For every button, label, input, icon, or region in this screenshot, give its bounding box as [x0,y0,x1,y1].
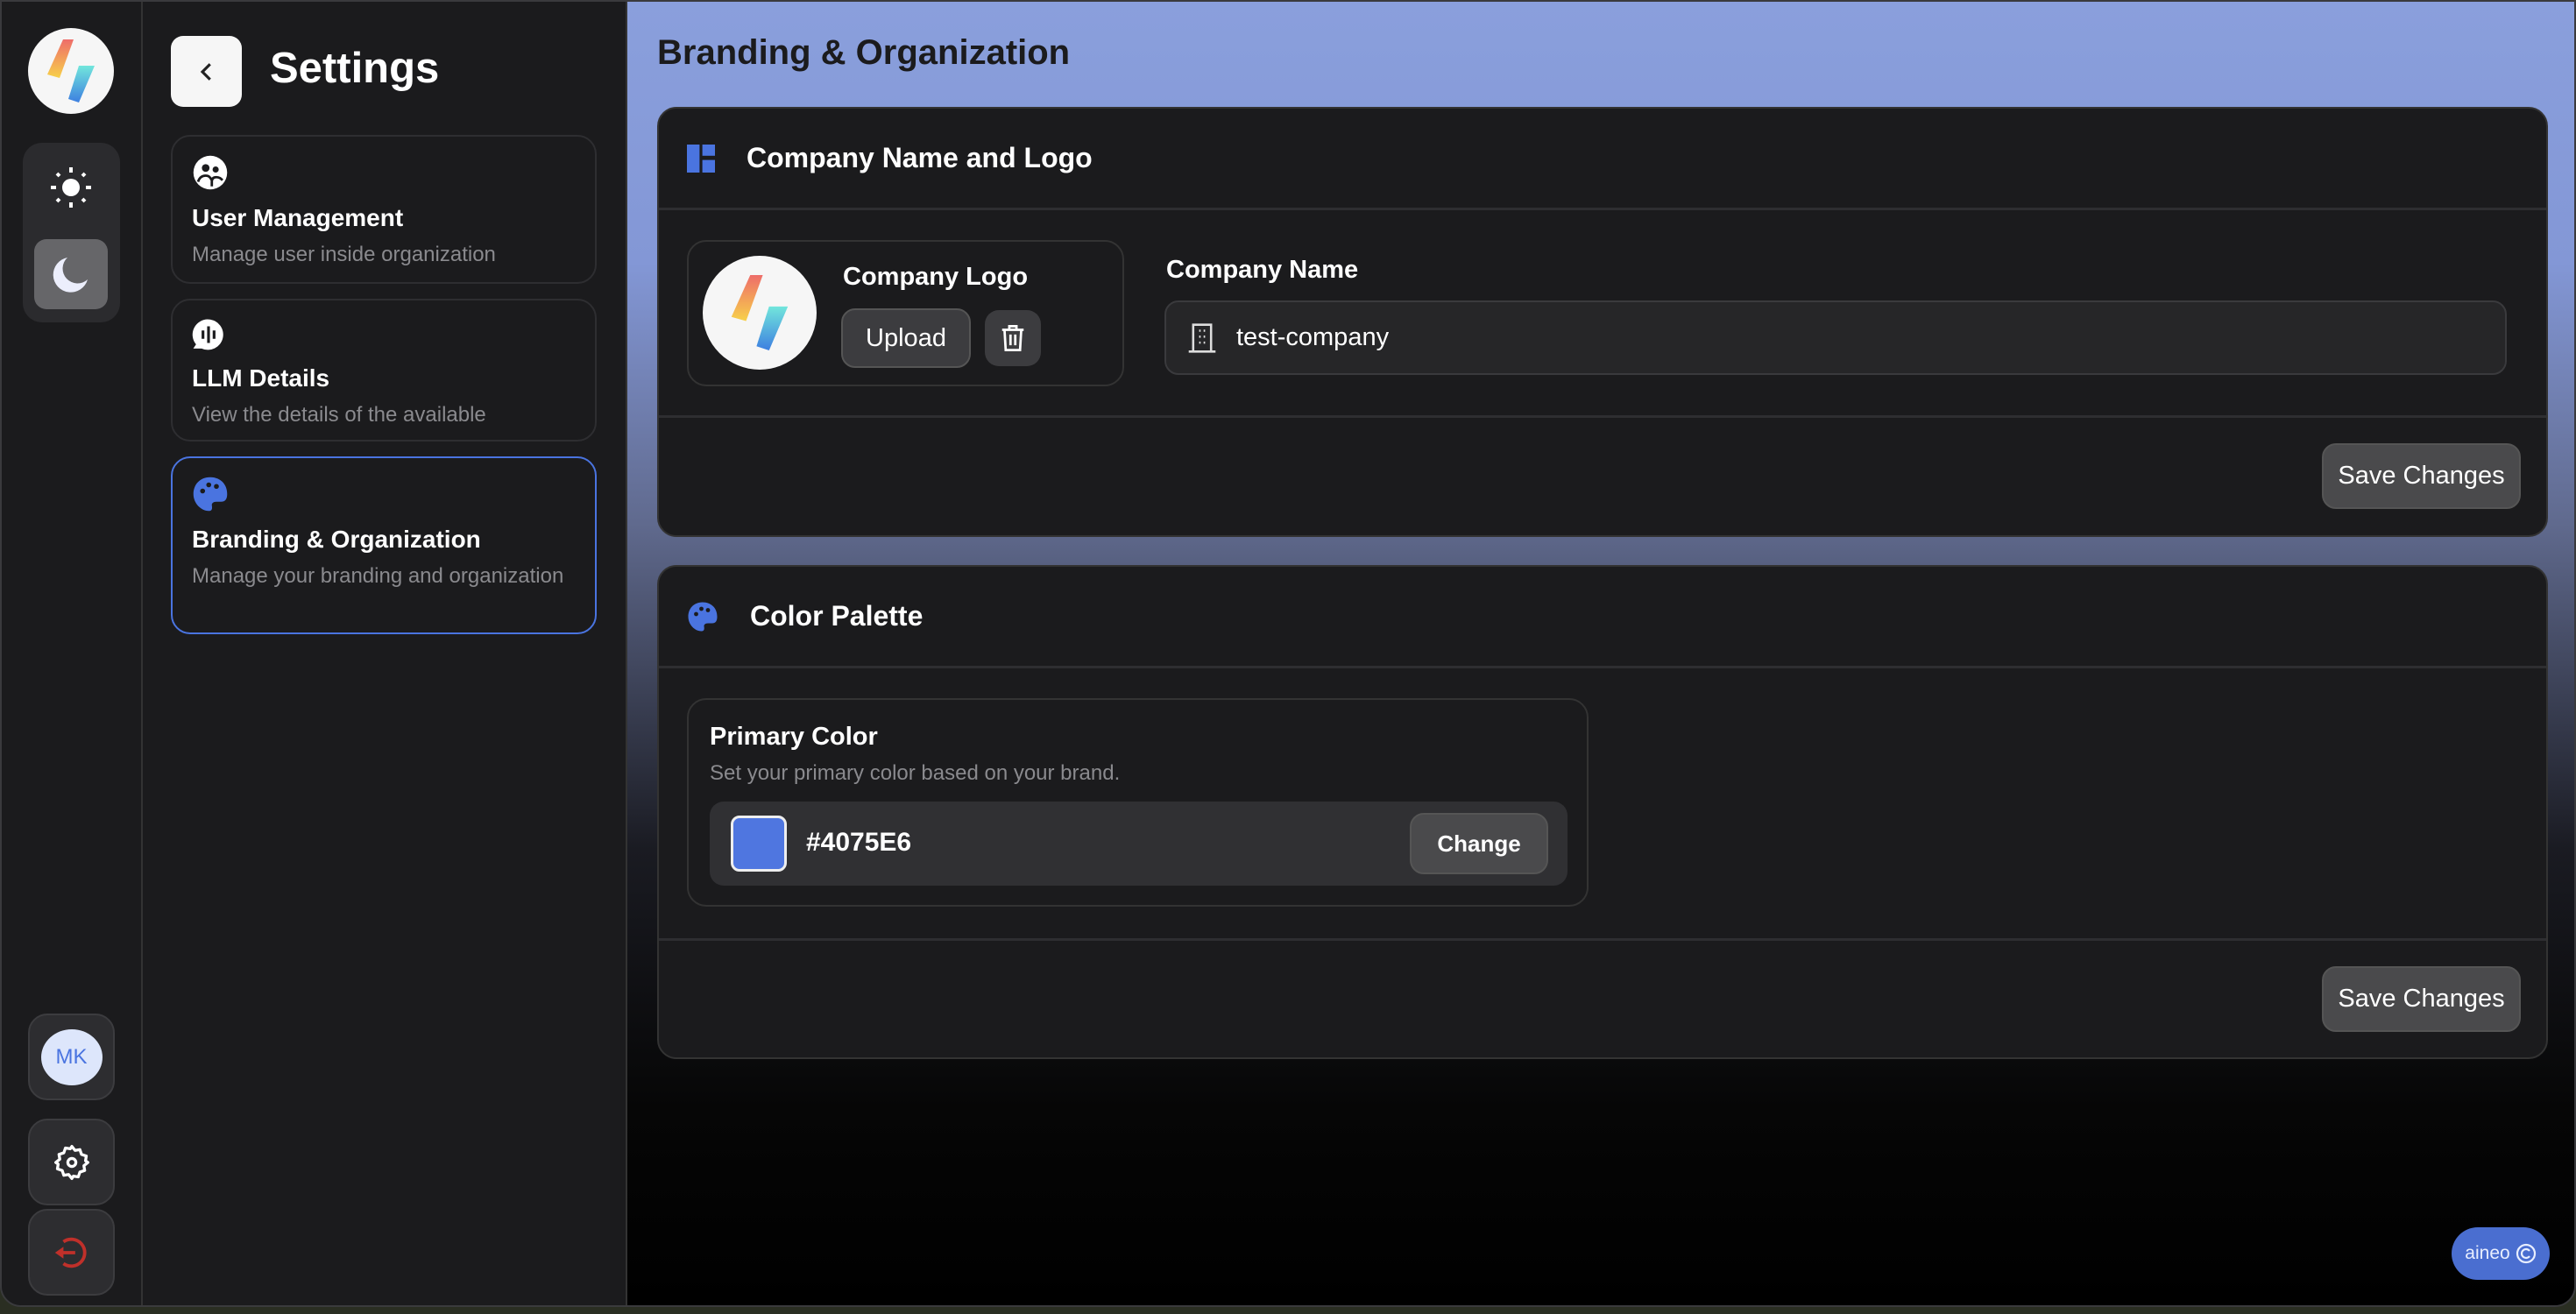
theme-toggle [23,143,120,322]
company-logo-label: Company Logo [843,263,1029,291]
sidebar-item-branding[interactable]: Branding & Organization Manage your bran… [171,456,597,634]
primary-color-value: #4075E6 [806,828,912,857]
app-logo[interactable] [28,28,114,114]
moon-icon [53,258,88,293]
back-button[interactable] [171,36,242,107]
primary-color-description: Set your primary color based on your bra… [710,761,1121,785]
main-content: Branding & Organization Company Name and… [627,2,2574,1305]
settings-sidebar: Settings User Management Manage user ins… [143,2,627,1305]
primary-color-box: Primary Color Set your primary color bas… [687,698,1589,907]
palette-icon [193,477,228,512]
company-logo-preview [703,256,817,370]
primary-color-label: Primary Color [710,723,878,751]
card-title: Company Name and Logo [747,142,1093,173]
dark-mode-button[interactable] [34,239,108,309]
company-logo-icon [731,275,789,350]
logo-icon [47,39,95,102]
app-window: MK Settings User Management Manage user … [0,0,2576,1307]
company-card: Company Name and Logo Company Logo Uploa… [657,107,2548,537]
logout-icon [54,1237,87,1268]
dashboard-icon [687,144,715,173]
logout-button[interactable] [28,1209,115,1296]
light-mode-button[interactable] [49,166,93,209]
save-changes-button[interactable]: Save Changes [2322,443,2521,509]
card-title: Color Palette [750,600,924,632]
sidebar-item-label: Branding & Organization [192,526,481,553]
sidebar-item-label: User Management [192,204,404,231]
divider [659,415,2546,418]
section-title: Branding & Organization [657,33,1071,72]
building-icon [1188,322,1216,353]
gear-icon [53,1144,89,1180]
icon-rail: MK [2,2,143,1305]
upload-button[interactable]: Upload [841,308,971,368]
color-palette-card: Color Palette Primary Color Set your pri… [657,565,2548,1059]
delete-logo-button[interactable] [985,310,1041,366]
settings-button[interactable] [28,1119,115,1205]
sidebar-item-description: Manage user inside organization [192,243,496,266]
sidebar-item-label: LLM Details [192,364,330,392]
sidebar-item-description: View the details of the available [192,403,486,427]
user-avatar-button[interactable]: MK [28,1014,115,1100]
company-name-input[interactable]: test-company [1164,300,2507,375]
chevron-left-icon [200,62,211,81]
badge-label: aineo [2465,1243,2510,1263]
change-color-button[interactable]: Change [1410,813,1548,874]
company-logo-box: Company Logo Upload [687,240,1124,386]
primary-color-row: #4075E6 Change [710,802,1568,886]
users-icon [193,155,228,190]
copyright-icon [2516,1243,2536,1264]
company-name-value: test-company [1236,323,1390,351]
avatar: MK [40,1028,103,1085]
sidebar-item-description: Manage your branding and organization [192,564,564,588]
divider [659,938,2546,941]
company-name-label: Company Name [1166,256,1359,284]
sun-icon [51,167,91,208]
palette-icon [688,602,718,631]
sidebar-item-llm-details[interactable]: LLM Details View the details of the avai… [171,299,597,442]
aineo-badge[interactable]: aineo [2452,1227,2550,1280]
save-changes-button[interactable]: Save Changes [2322,966,2521,1032]
color-swatch[interactable] [731,816,787,872]
sidebar-item-user-management[interactable]: User Management Manage user inside organ… [171,135,597,284]
chat-bars-icon [192,319,223,350]
trash-icon [1001,325,1024,351]
page-title: Settings [270,45,440,92]
